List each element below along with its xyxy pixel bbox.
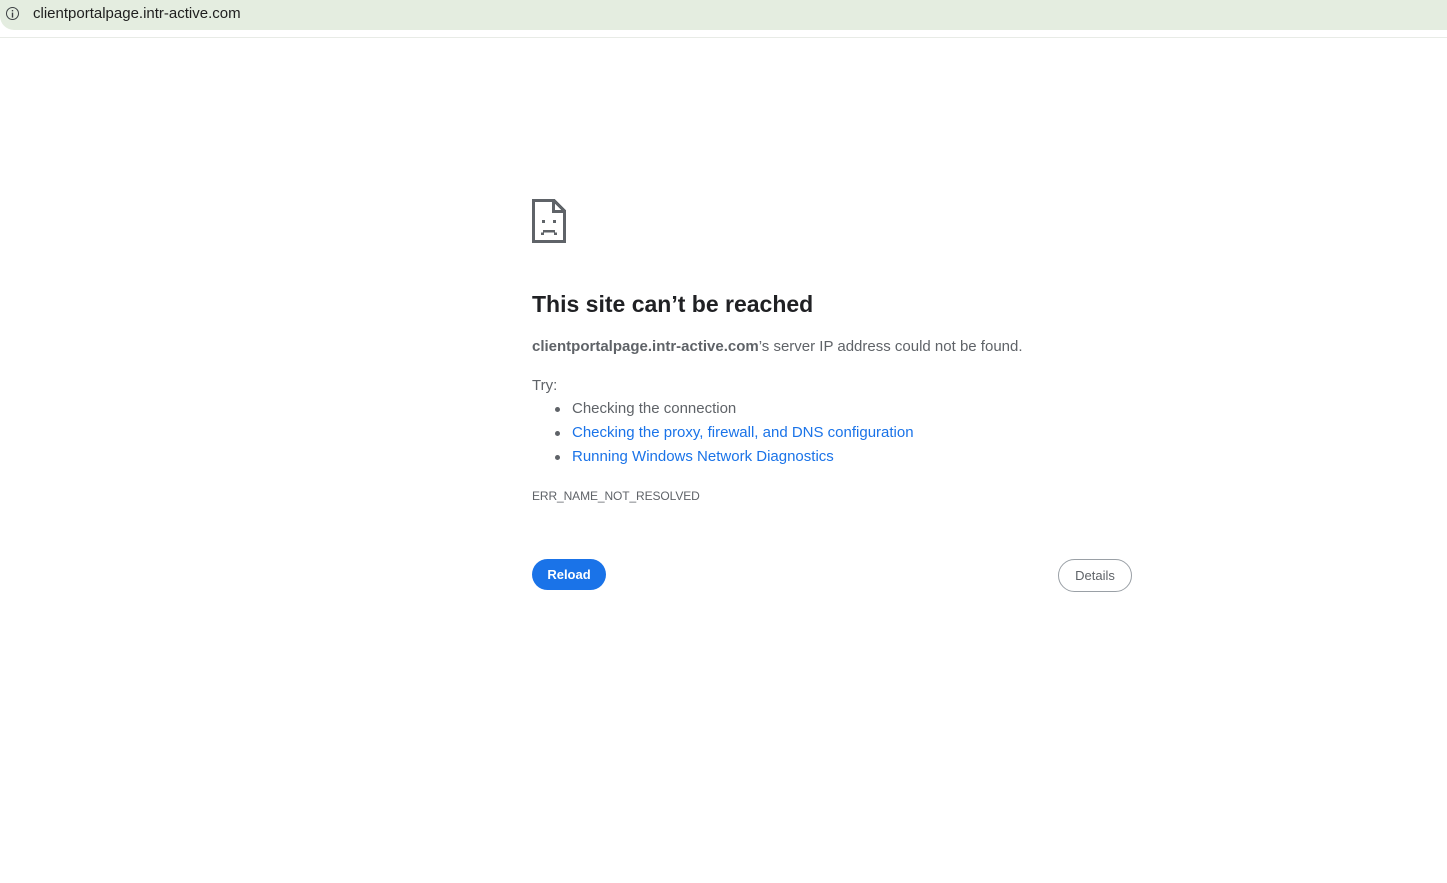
suggestion-item: Checking the proxy, firewall, and DNS co… (532, 424, 914, 448)
network-diagnostics-link[interactable]: Running Windows Network Diagnostics (572, 448, 834, 465)
error-message-suffix: ’s server IP address could not be found. (758, 338, 1023, 355)
error-heading: This site can’t be reached (532, 291, 814, 317)
error-message: clientportalpage.intr-active.com’s serve… (532, 338, 1023, 356)
suggestion-check-connection: Checking the connection (572, 400, 737, 417)
sad-page-icon (532, 199, 566, 243)
try-label: Try: (532, 377, 558, 394)
address-bar[interactable]: clientportalpage.intr-active.com (0, 0, 1447, 30)
suggestion-item: Checking the connection (532, 400, 914, 424)
details-button[interactable]: Details (1058, 559, 1132, 592)
reload-button[interactable]: Reload (532, 559, 606, 590)
suggestion-item: Running Windows Network Diagnostics (532, 448, 914, 472)
proxy-firewall-dns-link[interactable]: Checking the proxy, firewall, and DNS co… (572, 424, 914, 441)
error-host: clientportalpage.intr-active.com (532, 338, 759, 355)
toolbar-divider (0, 37, 1447, 38)
info-icon[interactable] (6, 7, 19, 20)
error-code: ERR_NAME_NOT_RESOLVED (532, 489, 700, 503)
url-text[interactable]: clientportalpage.intr-active.com (33, 5, 241, 23)
suggestion-list: Checking the connection Checking the pro… (532, 400, 914, 472)
